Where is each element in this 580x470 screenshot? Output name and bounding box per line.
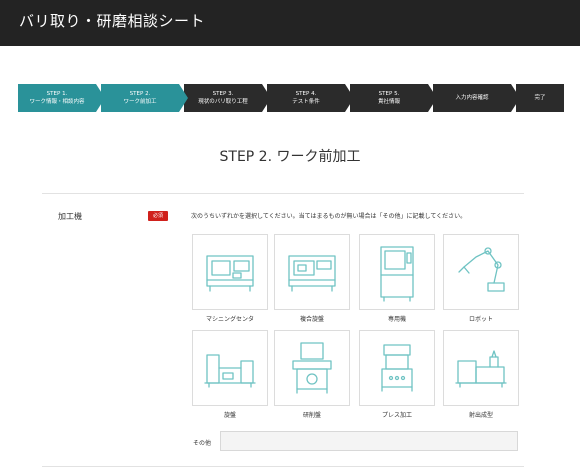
- option-robot[interactable]: ロボット: [443, 234, 519, 328]
- option-lathe[interactable]: 旋盤: [192, 330, 268, 424]
- step-2[interactable]: STEP 2. ワーク前加工: [101, 84, 188, 112]
- page-header-title: バリ取り・研磨相談シート: [19, 12, 206, 30]
- option-label: 複合旋盤: [299, 316, 324, 323]
- step-5-number: STEP 5.: [378, 91, 400, 97]
- lathe-icon: [204, 354, 256, 388]
- option-label: プレス加工: [381, 412, 412, 419]
- step-3-label: 現状のバリ取り工程: [198, 99, 248, 105]
- step-1-label: ワーク情報・相談内容: [29, 99, 85, 105]
- step-4-label: テスト条件: [292, 99, 320, 105]
- option-machining-center[interactable]: マシニングセンタ: [192, 234, 268, 328]
- machining-center-icon: [206, 255, 254, 292]
- option-press-machine[interactable]: プレス加工: [359, 330, 435, 424]
- step-1[interactable]: STEP 1. ワーク情報・相談内容: [18, 84, 105, 112]
- option-label: ロボット: [468, 316, 493, 323]
- field-label-machine: 加工機: [58, 212, 82, 221]
- step-3[interactable]: STEP 3. 現状のバリ取り工程: [184, 84, 271, 112]
- section-divider-bottom: [42, 466, 524, 467]
- grinding-machine-icon: [292, 342, 332, 394]
- step-confirm-label: 入力内容確認: [455, 95, 489, 101]
- required-badge: 必須: [148, 211, 168, 221]
- step-4[interactable]: STEP 4. テスト条件: [267, 84, 354, 112]
- step-5[interactable]: STEP 5. 貴社情報: [350, 84, 437, 112]
- app-header: バリ取り・研磨相談シート: [0, 0, 580, 46]
- special-machine-icon: [380, 246, 414, 302]
- step-4-number: STEP 4.: [295, 91, 317, 97]
- step-2-number: STEP 2.: [129, 91, 151, 97]
- step-complete[interactable]: 完了: [516, 84, 564, 112]
- page-title: STEP 2. ワーク前加工: [219, 149, 361, 165]
- option-label: 研削盤: [302, 412, 321, 419]
- other-input[interactable]: [220, 431, 518, 451]
- step-complete-label: 完了: [534, 95, 546, 101]
- instruction-text: 次のうちいずれかを選択してください。当てはまるものが無い場合は「その他」に記載し…: [191, 213, 467, 220]
- step-1-number: STEP 1.: [46, 91, 68, 97]
- step-confirm[interactable]: 入力内容確認: [433, 84, 520, 112]
- option-grinding-machine[interactable]: 研削盤: [274, 330, 350, 424]
- step-5-label: 貴社情報: [377, 99, 400, 105]
- option-injection-molding[interactable]: 射出成型: [443, 330, 519, 424]
- robot-arm-icon: [458, 247, 505, 292]
- option-special-machine[interactable]: 専用機: [359, 234, 435, 328]
- step-progress-bar: STEP 1. ワーク情報・相談内容 STEP 2. ワーク前加工 STEP 3…: [18, 84, 564, 112]
- multitasking-lathe-icon: [288, 255, 336, 292]
- step-3-number: STEP 3.: [212, 91, 234, 97]
- section-divider-top: [42, 193, 524, 194]
- option-label: 専用機: [387, 316, 406, 323]
- step-2-label: ワーク前加工: [123, 99, 157, 105]
- press-machine-icon: [381, 344, 413, 392]
- injection-molding-icon: [455, 350, 507, 388]
- option-multitasking-lathe[interactable]: 複合旋盤: [274, 234, 350, 328]
- option-label: 射出成型: [468, 412, 493, 419]
- other-label: その他: [193, 440, 212, 447]
